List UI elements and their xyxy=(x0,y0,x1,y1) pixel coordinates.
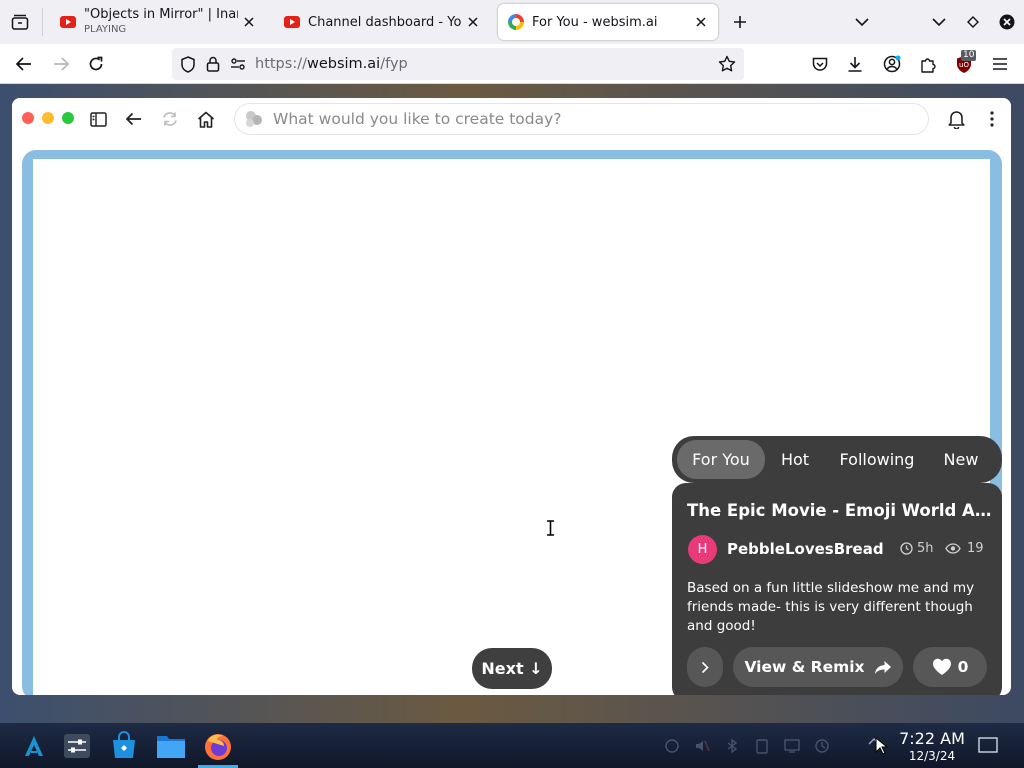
bluetooth-icon[interactable] xyxy=(724,738,740,754)
tab-for-you[interactable]: For You xyxy=(677,440,765,479)
bookmark-star-icon[interactable] xyxy=(718,55,736,73)
url-scheme: https:// xyxy=(255,56,307,72)
url-host: websim.ai xyxy=(306,56,381,72)
taskbar: 7:22 AM 12/3/24 xyxy=(0,723,1024,768)
tracking-protection-shield-icon[interactable] xyxy=(180,55,196,73)
tab-hot[interactable]: Hot xyxy=(770,440,820,479)
muted-speaker-icon[interactable] xyxy=(694,738,710,754)
next-button[interactable]: Next ↓ xyxy=(472,648,552,689)
page-permissions-icon[interactable] xyxy=(230,57,246,71)
view-remix-label: View & Remix xyxy=(744,658,865,676)
software-store-icon[interactable] xyxy=(109,731,139,761)
network-icon[interactable] xyxy=(814,738,830,754)
maximize-window-icon[interactable] xyxy=(961,11,985,33)
like-count: 0 xyxy=(957,658,969,676)
clock-time: 7:22 AM xyxy=(899,729,965,748)
like-button[interactable]: 0 xyxy=(913,647,987,687)
file-manager-icon[interactable] xyxy=(156,731,186,761)
feed-tabs: For You Hot Following New xyxy=(672,436,1002,483)
extensions-puzzle-icon[interactable] xyxy=(916,53,940,75)
clock-icon xyxy=(900,542,913,555)
close-tab-icon[interactable] xyxy=(462,11,484,33)
websim-icon xyxy=(508,14,524,30)
svg-text:uO: uO xyxy=(959,61,969,69)
views-text: 19 xyxy=(967,541,984,556)
address-bar[interactable]: https://websim.ai/fyp xyxy=(172,48,744,80)
prompt-placeholder: What would you like to create today? xyxy=(273,110,562,128)
youtube-icon xyxy=(60,16,76,28)
eye-icon xyxy=(945,543,961,554)
tab-websim[interactable]: For You - websim.ai xyxy=(498,4,718,40)
new-tab-icon[interactable] xyxy=(728,11,752,33)
downloads-icon[interactable] xyxy=(843,53,867,75)
clipboard-icon[interactable] xyxy=(754,738,770,754)
age-text: 5h xyxy=(917,541,934,556)
tab-bar: "Objects in Mirror" | Inanimate Insanity… xyxy=(0,0,1024,44)
pocket-icon[interactable] xyxy=(808,53,832,75)
app-launcher-icon[interactable] xyxy=(19,731,49,761)
view-count: 19 xyxy=(945,541,984,556)
sidebar-toggle-icon[interactable] xyxy=(87,108,109,130)
avatar[interactable]: H xyxy=(688,535,717,564)
yellow-dot-icon[interactable] xyxy=(42,112,54,124)
home-icon[interactable] xyxy=(195,108,217,130)
lock-icon[interactable] xyxy=(206,56,220,72)
app-refresh-icon[interactable] xyxy=(159,108,181,130)
red-dot-icon[interactable] xyxy=(22,112,34,124)
sparkle-cloud-icon xyxy=(243,109,265,129)
close-tab-icon[interactable] xyxy=(690,11,712,33)
app-back-arrow-icon[interactable] xyxy=(122,108,144,130)
green-dot-icon[interactable] xyxy=(62,112,74,124)
youtube-icon xyxy=(284,16,300,28)
back-arrow-icon[interactable] xyxy=(12,53,36,75)
forward-arrow-icon[interactable] xyxy=(49,53,73,75)
text-cursor-icon xyxy=(546,520,555,536)
extension-badge: 10 xyxy=(961,50,977,61)
tab-overflow-chevron-icon[interactable] xyxy=(850,11,874,33)
heart-icon xyxy=(932,658,952,676)
tab-youtube-video[interactable]: "Objects in Mirror" | Inanimate Insanity… xyxy=(50,4,266,40)
tab-playing-label: PLAYING xyxy=(84,24,127,35)
firefox-icon[interactable] xyxy=(202,731,232,761)
tab-youtube-studio[interactable]: Channel dashboard - YouTube Studio xyxy=(274,4,490,40)
url-path: /fyp xyxy=(380,56,408,72)
tab-title: For You - websim.ai xyxy=(532,14,658,30)
show-desktop-icon[interactable] xyxy=(978,737,998,753)
tab-separator xyxy=(42,8,43,36)
tray-icon[interactable] xyxy=(664,738,680,754)
reload-icon[interactable] xyxy=(84,53,108,75)
web-page: What would you like to create today? Nex… xyxy=(0,84,1024,723)
clock[interactable]: 7:22 AM 12/3/24 xyxy=(896,729,968,763)
expand-button[interactable] xyxy=(687,647,723,687)
clock-date: 12/3/24 xyxy=(908,749,956,763)
tab-new[interactable]: New xyxy=(934,440,988,479)
hamburger-menu-icon[interactable] xyxy=(988,53,1012,75)
project-card: The Epic Movie - Emoji World Adventure H… xyxy=(672,483,1002,695)
chevron-right-icon xyxy=(701,661,709,674)
post-age: 5h xyxy=(900,541,934,556)
websim-app: What would you like to create today? Nex… xyxy=(12,98,1011,695)
more-vertical-icon[interactable] xyxy=(982,107,1002,131)
create-prompt-input[interactable]: What would you like to create today? xyxy=(234,103,929,135)
share-forward-icon xyxy=(874,660,892,675)
project-description: Based on a fun little slideshow me and m… xyxy=(687,580,975,634)
notification-bell-icon[interactable] xyxy=(944,107,968,131)
close-tab-icon[interactable] xyxy=(238,11,260,33)
close-window-icon[interactable] xyxy=(996,11,1018,33)
system-settings-icon[interactable] xyxy=(62,731,92,761)
display-icon[interactable] xyxy=(784,738,800,754)
system-tray xyxy=(664,738,830,754)
mouse-pointer-icon xyxy=(875,737,887,755)
app-header: What would you like to create today? xyxy=(12,98,1011,140)
minimize-window-icon[interactable] xyxy=(927,11,951,33)
project-title[interactable]: The Epic Movie - Emoji World Adventure xyxy=(687,501,992,520)
tab-title: "Objects in Mirror" | Inanimate Insanity xyxy=(84,7,238,22)
tab-title: Channel dashboard - YouTube Studio xyxy=(308,14,462,30)
navigation-toolbar: https://websim.ai/fyp uO 10 xyxy=(0,44,1024,84)
view-remix-button[interactable]: View & Remix xyxy=(733,647,903,687)
account-icon[interactable] xyxy=(880,53,904,75)
tab-following[interactable]: Following xyxy=(832,440,922,479)
author-name[interactable]: PebbleLovesBread xyxy=(727,540,884,558)
tab-list-icon[interactable] xyxy=(8,12,32,32)
